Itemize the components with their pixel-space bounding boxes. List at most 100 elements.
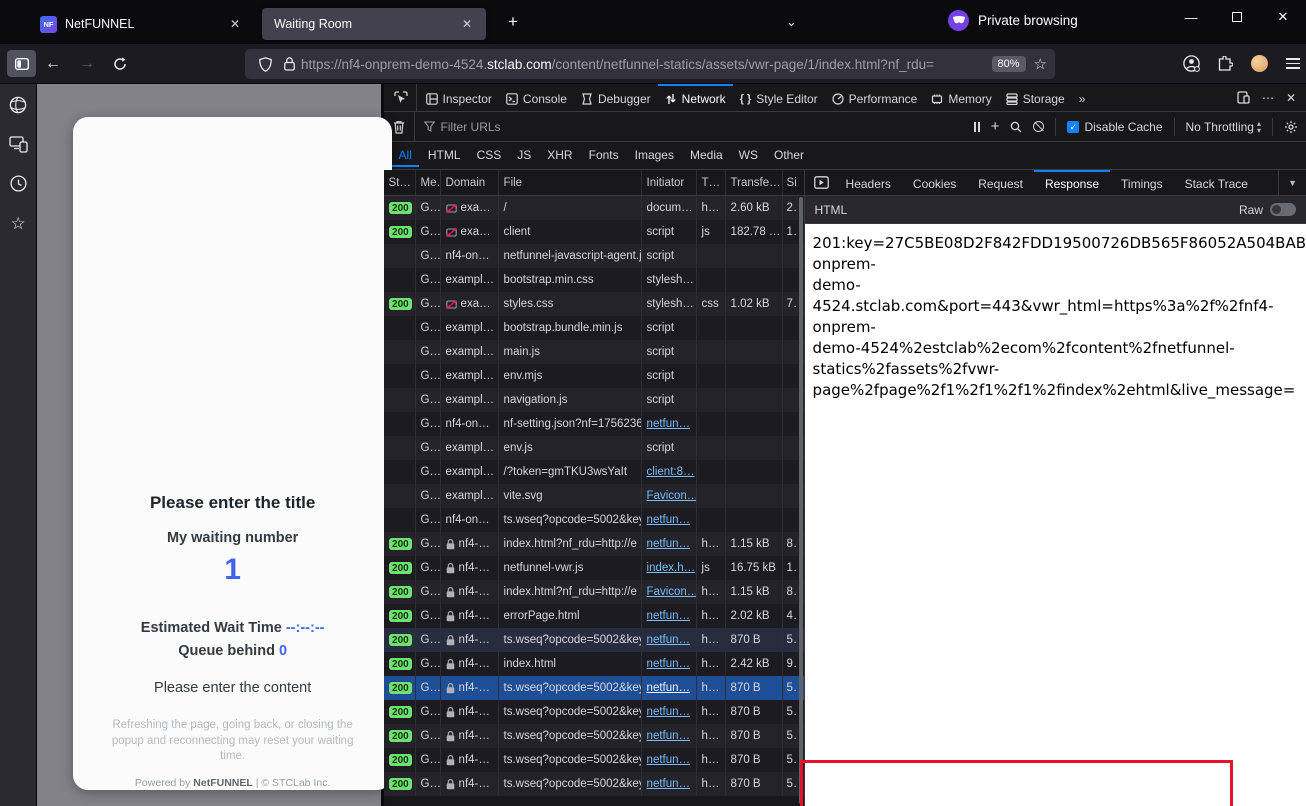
request-row[interactable]: G… exampl…navigation.js script <box>384 388 804 412</box>
request-row[interactable]: 200G… nf4-…ts.wseq?opcode=5002&key netfu… <box>384 748 804 772</box>
request-row[interactable]: 200G… nf4-…index.html?nf_rdu=http://e Fa… <box>384 580 804 604</box>
request-row[interactable]: 200G… nf4-…index.html?nf_rdu=http://e ne… <box>384 532 804 556</box>
bookmarks-star-icon[interactable]: ☆ <box>10 214 25 234</box>
filter-ws[interactable]: WS <box>732 145 765 167</box>
forward-button[interactable]: → <box>70 51 104 77</box>
filter-all[interactable]: All <box>392 145 419 167</box>
filter-urls-input[interactable]: Filter URLs <box>415 120 974 134</box>
devtools-tab-performance[interactable]: Performance <box>825 84 925 111</box>
devtools-tab-memory[interactable]: Memory <box>924 84 998 111</box>
request-row[interactable]: G… nf4-on…ts.wseq?opcode=5002&key netfun… <box>384 508 804 532</box>
filter-html[interactable]: HTML <box>421 145 468 167</box>
menu-icon[interactable] <box>1286 58 1300 69</box>
extension-avatar-icon[interactable] <box>1251 55 1268 72</box>
request-row[interactable]: G… exampl…/?token=gmTKU3wsYaIt client:8… <box>384 460 804 484</box>
request-row[interactable]: 200G… nf4-…netfunnel-vwr.js index.h…js 1… <box>384 556 804 580</box>
request-row[interactable]: 200G… nf4-…ts.wseq?opcode=5002&key netfu… <box>384 724 804 748</box>
devtools-close-icon[interactable]: ✕ <box>1286 91 1296 105</box>
filter-media[interactable]: Media <box>683 145 730 167</box>
devtools-meatball-menu-icon[interactable]: ⋯ <box>1262 91 1274 105</box>
network-settings-gear-icon[interactable] <box>1284 120 1298 134</box>
extensions-icon[interactable] <box>1218 56 1233 72</box>
column-header-fi[interactable]: File <box>498 170 641 195</box>
disable-cache-checkbox[interactable]: ✓ Disable Cache <box>1067 120 1162 134</box>
lock-icon[interactable] <box>284 57 295 71</box>
zoom-level-badge[interactable]: 80% <box>992 56 1026 72</box>
request-row[interactable]: G… exampl…vite.svg Favicon… <box>384 484 804 508</box>
block-requests-icon[interactable] <box>1033 121 1044 132</box>
responsive-mode-icon[interactable] <box>1237 91 1250 104</box>
new-request-icon[interactable]: + <box>991 118 1000 135</box>
request-row[interactable]: G… exampl…env.js script <box>384 436 804 460</box>
column-header-in[interactable]: Initiator <box>641 170 696 195</box>
request-row[interactable]: 200G… exa…styles.css stylesh…css 1.02 kB… <box>384 292 804 316</box>
request-row[interactable]: G… exampl…env.mjs script <box>384 364 804 388</box>
column-header-si[interactable]: Si… <box>782 170 798 195</box>
synced-tabs-icon[interactable] <box>9 136 28 153</box>
tab-close-icon[interactable]: ✕ <box>226 15 244 33</box>
request-row[interactable]: 200G… nf4-…index.html netfun…h… 2.42 kB9… <box>384 652 804 676</box>
filter-css[interactable]: CSS <box>470 145 509 167</box>
column-header-st[interactable]: St… <box>384 170 415 195</box>
shield-icon[interactable] <box>259 57 272 72</box>
filter-fonts[interactable]: Fonts <box>582 145 626 167</box>
column-header-ty[interactable]: T… <box>696 170 725 195</box>
devtools-tab-inspector[interactable]: Inspector <box>419 84 499 111</box>
history-icon[interactable] <box>10 175 27 192</box>
request-row[interactable]: 200G… nf4-…ts.wseq?opcode=5002&key netfu… <box>384 700 804 724</box>
minimize-button[interactable]: — <box>1168 0 1214 34</box>
request-row[interactable]: 200G… exa…client scriptjs 182.78 …1… <box>384 220 804 244</box>
filter-images[interactable]: Images <box>628 145 681 167</box>
request-row[interactable]: G… nf4-on…netfunnel-javascript-agent.j s… <box>384 244 804 268</box>
search-icon[interactable] <box>1010 121 1022 133</box>
devtools-tab-network[interactable]: Network <box>658 84 733 111</box>
bookmark-star-icon[interactable]: ☆ <box>1034 55 1047 73</box>
pick-element-icon[interactable] <box>384 84 417 111</box>
raw-toggle-switch[interactable] <box>1270 203 1296 216</box>
tab-close-icon[interactable]: ✕ <box>458 15 476 33</box>
request-row[interactable]: G… exampl…main.js script <box>384 340 804 364</box>
tab-netfunnel[interactable]: NF NetFUNNEL ✕ <box>28 8 254 40</box>
request-row[interactable]: 200G… nf4-…ts.wseq?opcode=5002&key netfu… <box>384 676 804 700</box>
devtools-tab-style-editor[interactable]: { }Style Editor <box>733 84 825 111</box>
tab-waiting-room[interactable]: Waiting Room ✕ <box>262 8 486 40</box>
filter-js[interactable]: JS <box>510 145 538 167</box>
devtools-tab-console[interactable]: Console <box>499 84 574 111</box>
url-bar[interactable]: https://nf4-onprem-demo-4524.stclab.com/… <box>245 49 1055 79</box>
new-tab-button[interactable]: + <box>500 10 526 34</box>
request-row[interactable]: 200G… nf4-…errorPage.html netfun…h… 2.02… <box>384 604 804 628</box>
close-button[interactable]: ✕ <box>1260 0 1306 34</box>
request-row[interactable]: G… exampl…bootstrap.bundle.min.js script <box>384 316 804 340</box>
pause-traffic-icon[interactable] <box>974 122 980 132</box>
back-button[interactable]: ← <box>36 51 70 77</box>
devtools-overflow-icon[interactable]: » <box>1072 84 1093 111</box>
request-row[interactable]: 200G… nf4-…ts.wseq?opcode=5002&key netfu… <box>384 628 804 652</box>
column-header-do[interactable]: Domain <box>440 170 498 195</box>
devtools-tab-debugger[interactable]: Debugger <box>574 84 658 111</box>
sidebar-toggle-button[interactable] <box>7 50 36 77</box>
filter-xhr[interactable]: XHR <box>540 145 579 167</box>
filter-other[interactable]: Other <box>767 145 811 167</box>
request-row[interactable]: 200G… exa…/ docum…h… 2.60 kB2… <box>384 196 804 220</box>
start-analysis-icon[interactable] <box>814 176 829 189</box>
account-icon[interactable] <box>1183 55 1200 72</box>
request-row[interactable]: G… nf4-on…nf-setting.json?nf=1756236 net… <box>384 412 804 436</box>
maximize-button[interactable] <box>1214 0 1260 34</box>
request-row[interactable]: G… exampl…bootstrap.min.css stylesh… <box>384 268 804 292</box>
details-tab-headers[interactable]: Headers <box>835 170 902 195</box>
request-list-scrollbar[interactable] <box>799 197 803 804</box>
details-tab-stack-trace[interactable]: Stack Trace <box>1174 170 1259 195</box>
request-row[interactable]: 200G… nf4-…ts.wseq?opcode=5002&key netfu… <box>384 772 804 796</box>
list-all-tabs-icon[interactable]: ⌄ <box>786 14 797 30</box>
details-tabs-caret-icon[interactable]: ▼ <box>1278 170 1306 195</box>
column-header-tr[interactable]: Transfe… <box>725 170 782 195</box>
throttling-dropdown[interactable]: No Throttling ▴▾ <box>1186 120 1262 134</box>
details-tab-response[interactable]: Response <box>1034 170 1110 195</box>
reload-button[interactable] <box>104 53 136 75</box>
details-tab-timings[interactable]: Timings <box>1110 170 1174 195</box>
details-tab-request[interactable]: Request <box>967 170 1034 195</box>
ai-chatbot-icon[interactable] <box>9 96 27 114</box>
devtools-tab-storage[interactable]: Storage <box>999 84 1072 111</box>
details-tab-cookies[interactable]: Cookies <box>902 170 967 195</box>
column-header-me[interactable]: Me… <box>415 170 440 195</box>
